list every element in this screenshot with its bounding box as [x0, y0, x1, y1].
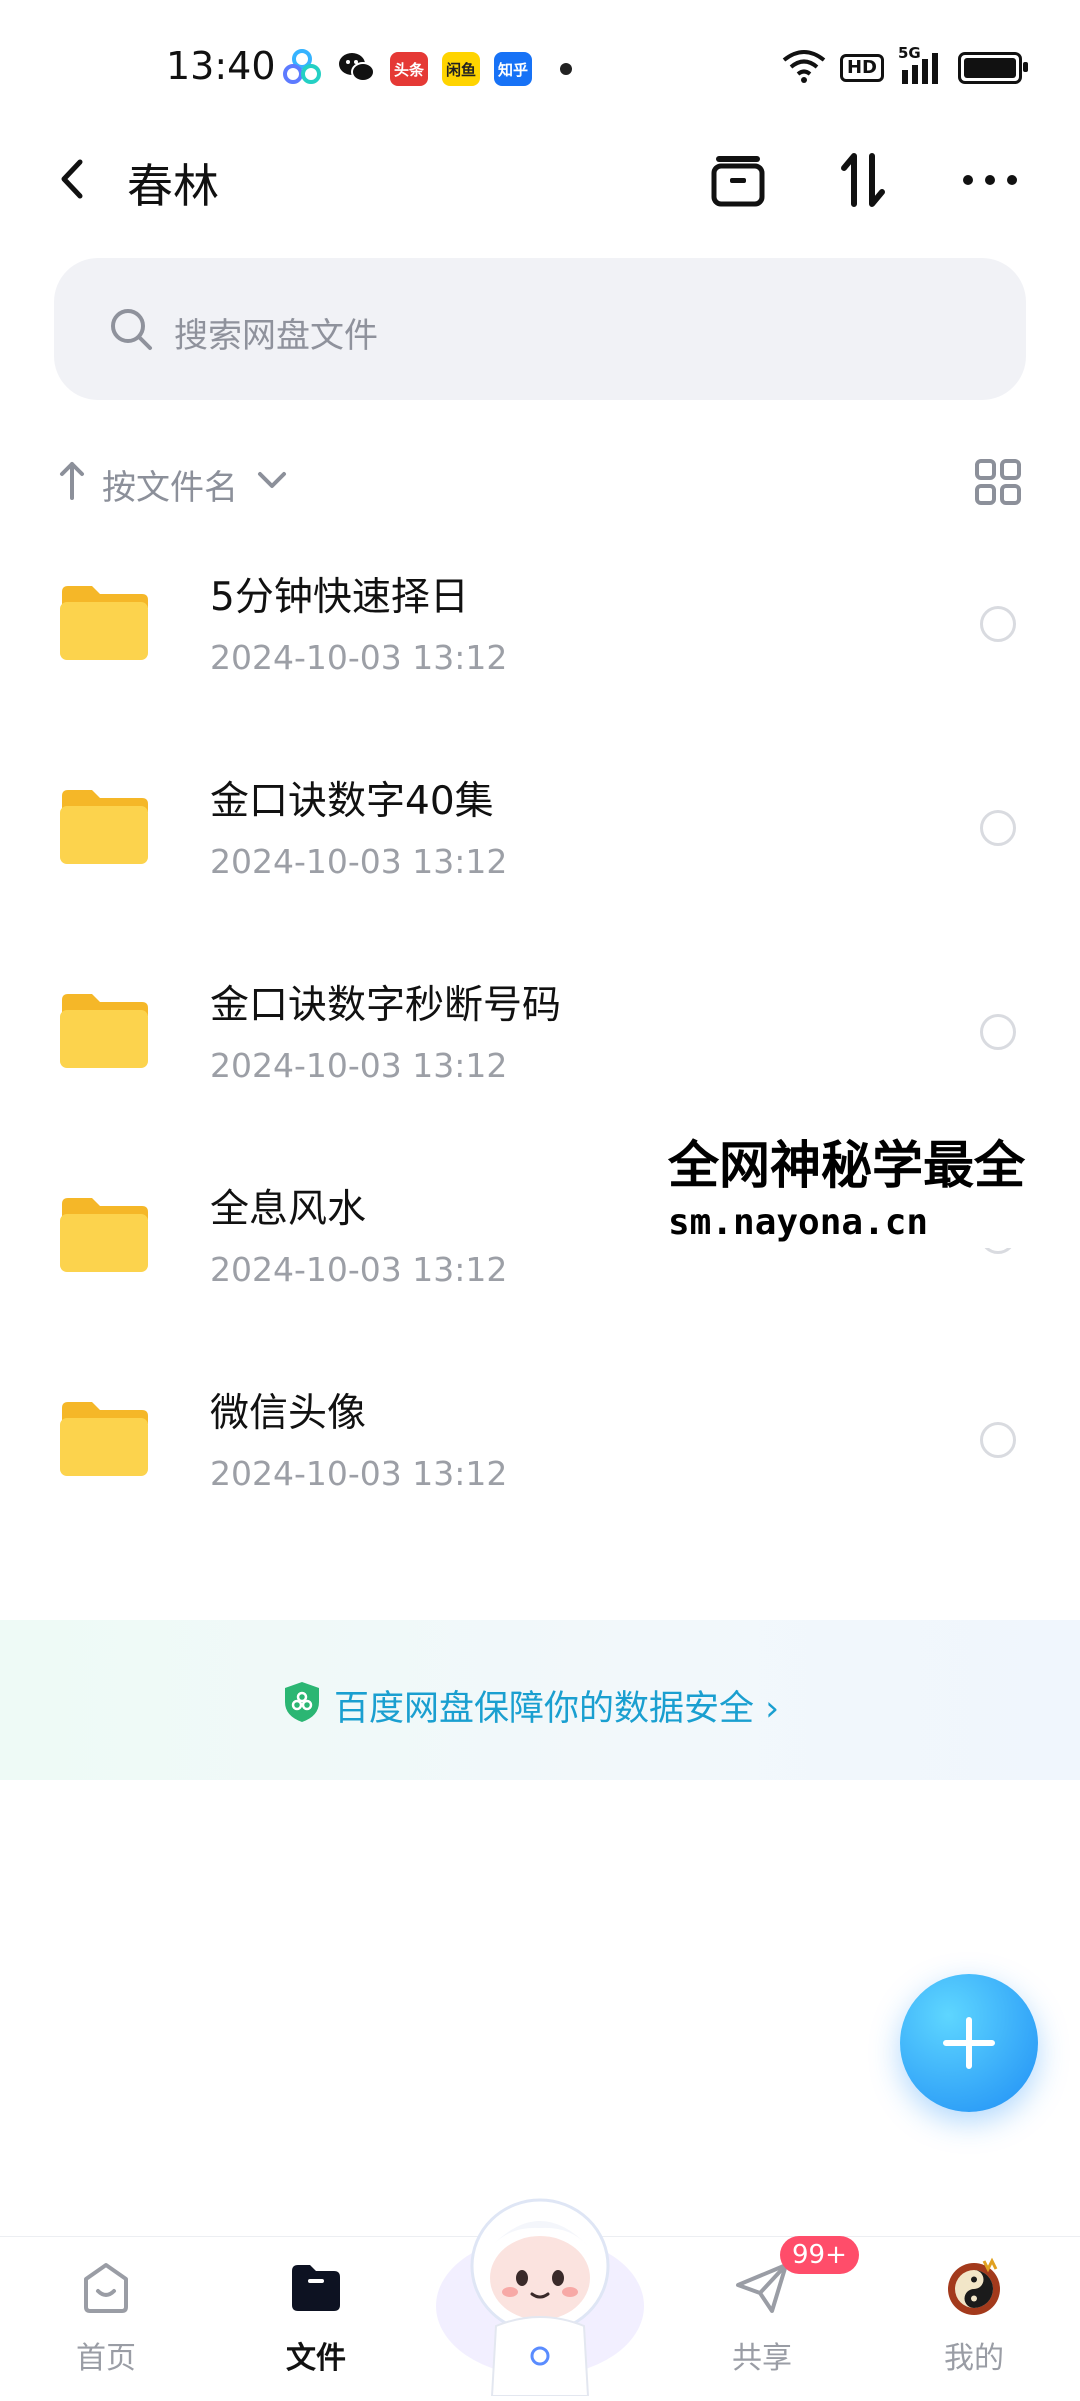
status-bar: 13:40 头条 闲鱼 知乎 HD 5G	[0, 0, 1080, 130]
select-checkbox[interactable]	[980, 606, 1016, 642]
folder-icon	[58, 1194, 150, 1274]
file-name: 5分钟快速择日	[210, 575, 469, 620]
status-right: HD 5G	[782, 44, 1028, 88]
file-list-item[interactable]: 微信头像 2024-10-03 13:12	[0, 1356, 1080, 1560]
nav-home[interactable]: 首页	[36, 2237, 176, 2401]
wifi-icon	[782, 48, 826, 88]
select-checkbox[interactable]	[980, 810, 1016, 846]
sort-row: 按文件名	[0, 452, 1080, 514]
watermark-url: sm.nayona.cn	[668, 1202, 929, 1243]
chevron-down-icon[interactable]	[252, 466, 292, 496]
file-date: 2024-10-03 13:12	[210, 1454, 508, 1493]
sort-direction-icon[interactable]	[56, 458, 88, 502]
shield-icon	[282, 1680, 322, 1724]
folder-icon	[58, 582, 150, 662]
nav-label-share: 共享	[732, 2341, 792, 2376]
more-dots-icon	[963, 175, 1017, 185]
sort-by-name-dropdown[interactable]: 按文件名	[102, 460, 238, 509]
file-name: 金口诀数字40集	[210, 779, 494, 824]
status-time: 13:40	[166, 44, 276, 88]
search-placeholder: 搜索网盘文件	[174, 316, 378, 356]
grid-view-icon[interactable]	[974, 458, 1022, 506]
files-folder-icon	[286, 2257, 346, 2317]
sort-button[interactable]	[832, 148, 896, 212]
nav-label-files: 文件	[286, 2341, 346, 2376]
file-date: 2024-10-03 13:12	[210, 1250, 508, 1289]
baidu-netdisk-icon	[282, 47, 322, 91]
home-icon	[76, 2257, 136, 2317]
archive-icon	[711, 156, 765, 207]
battery-icon	[958, 52, 1028, 84]
watermark-title: 全网神秘学最全	[668, 1137, 1026, 1196]
sort-arrows-icon	[841, 153, 885, 207]
wechat-icon	[336, 47, 376, 91]
xianyu-icon: 闲鱼	[442, 52, 480, 86]
file-list-item[interactable]: 金口诀数字40集 2024-10-03 13:12	[0, 744, 1080, 948]
avatar	[944, 2257, 1004, 2317]
zhihu-icon: 知乎	[494, 52, 532, 86]
nav-label-home: 首页	[76, 2341, 136, 2376]
file-name: 全息风水	[210, 1187, 367, 1232]
status-app-icons: 头条 闲鱼 知乎	[282, 46, 572, 92]
file-date: 2024-10-03 13:12	[210, 1046, 508, 1085]
folder-icon	[58, 990, 150, 1070]
hd-indicator: HD	[839, 54, 884, 82]
file-name: 微信头像	[210, 1391, 367, 1436]
share-count-badge: 99+	[780, 2236, 859, 2274]
more-button[interactable]	[958, 148, 1022, 212]
file-list-item[interactable]: 金口诀数字秒断号码 2024-10-03 13:12	[0, 948, 1080, 1152]
folder-icon	[58, 786, 150, 866]
file-name: 金口诀数字秒断号码	[210, 983, 562, 1028]
file-date: 2024-10-03 13:12	[210, 842, 508, 881]
toutiao-icon: 头条	[390, 52, 428, 86]
select-checkbox[interactable]	[980, 1422, 1016, 1458]
back-button[interactable]	[50, 154, 100, 204]
archive-button[interactable]	[706, 148, 770, 212]
search-icon	[106, 304, 156, 354]
nav-label-profile: 我的	[944, 2341, 1004, 2376]
file-list-item[interactable]: 5分钟快速择日 2024-10-03 13:12	[0, 540, 1080, 744]
file-date: 2024-10-03 13:12	[210, 638, 508, 677]
file-list: 5分钟快速择日 2024-10-03 13:12 金口诀数字40集 2024-1…	[0, 540, 1080, 1560]
assistant-mascot-button[interactable]	[430, 2176, 650, 2397]
nav-files[interactable]: 文件	[246, 2237, 386, 2401]
notification-dot	[560, 63, 572, 75]
plus-icon	[943, 2017, 995, 2069]
back-arrow-icon	[61, 159, 83, 199]
search-input[interactable]: 搜索网盘文件	[54, 258, 1026, 400]
add-button[interactable]	[900, 1974, 1038, 2112]
select-checkbox[interactable]	[980, 1014, 1016, 1050]
folder-icon	[58, 1398, 150, 1478]
header: 春林	[0, 130, 1080, 230]
watermark-overlay: 全网神秘学最全 sm.nayona.cn	[668, 1136, 1080, 1248]
nav-profile[interactable]: 我的	[904, 2237, 1044, 2401]
signal-icon: 5G	[898, 44, 944, 86]
data-safety-link[interactable]: 百度网盘保障你的数据安全 ›	[334, 1680, 779, 1731]
page-title: 春林	[127, 159, 219, 213]
data-safety-banner[interactable]: 百度网盘保障你的数据安全 ›	[0, 1620, 1080, 1780]
mascot-icon	[436, 2198, 644, 2397]
